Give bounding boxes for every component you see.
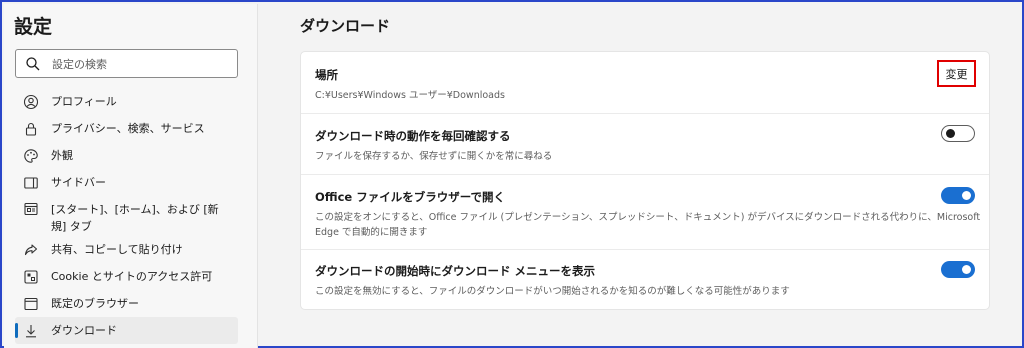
sidebar-icon xyxy=(24,176,38,189)
download-path: C:¥Users¥Windows ユーザー¥Downloads xyxy=(315,90,505,101)
show-menu-row: ダウンロードの開始時にダウンロード メニューを表示 この設定を無効にすると、ファ… xyxy=(301,250,989,310)
sidebar-item-privacy[interactable]: プライバシー、検索、サービス xyxy=(15,115,238,142)
lock-icon xyxy=(25,122,37,136)
main-content: ダウンロード 場所 C:¥Users¥Windows ユーザー¥Download… xyxy=(259,4,1024,348)
office-title: Office ファイルをブラウザーで開く xyxy=(315,190,506,204)
toggle-knob xyxy=(946,129,955,138)
location-title: 場所 xyxy=(315,68,338,82)
sidebar-item-label: サイドバー xyxy=(51,176,106,189)
sidebar-item-cookies[interactable]: Cookie とサイトのアクセス許可 xyxy=(15,263,238,290)
sidebar-item-label: プライバシー、検索、サービス xyxy=(51,122,205,135)
sidebar-item-label: Cookie とサイトのアクセス許可 xyxy=(51,270,213,283)
settings-nav: プロフィール プライバシー、検索、サービス 外観 サイドバー [スタート]、[ホ… xyxy=(4,88,258,344)
window-frame: 設定 プロフィール プライバシー xyxy=(0,0,1024,348)
show-menu-desc: この設定を無効にすると、ファイルのダウンロードがいつ開始されるかを知るのが難しく… xyxy=(315,286,790,297)
ask-each-desc: ファイルを保存するか、保存せずに開くかを常に尋ねる xyxy=(315,151,553,162)
change-location-button[interactable]: 変更 xyxy=(937,60,976,87)
home-tabs-icon xyxy=(24,202,38,216)
sidebar-item-start-home-tabs[interactable]: [スタート]、[ホーム]、および [新規] タブ xyxy=(15,196,238,236)
sidebar-item-downloads[interactable]: ダウンロード xyxy=(15,317,238,344)
toggle-knob xyxy=(962,265,971,274)
sidebar-item-sidebar[interactable]: サイドバー xyxy=(15,169,238,196)
search-input[interactable] xyxy=(52,55,232,73)
download-icon xyxy=(26,324,36,337)
sidebar-item-share-copy-paste[interactable]: 共有、コピーして貼り付け xyxy=(15,236,238,263)
profile-icon xyxy=(23,94,39,109)
office-row: Office ファイルをブラウザーで開く この設定をオンにすると、Office … xyxy=(301,175,989,250)
office-desc: この設定をオンにすると、Office ファイル (プレゼンテーション、スプレッド… xyxy=(315,212,981,238)
office-toggle[interactable] xyxy=(941,187,975,204)
settings-sidebar: 設定 プロフィール プライバシー xyxy=(4,4,258,348)
palette-icon xyxy=(24,148,38,163)
show-menu-toggle[interactable] xyxy=(941,261,975,278)
sidebar-item-default-browser[interactable]: 既定のブラウザー xyxy=(15,290,238,317)
search-icon xyxy=(26,57,40,71)
sidebar-item-label: 外観 xyxy=(51,149,73,162)
location-row: 場所 C:¥Users¥Windows ユーザー¥Downloads 変更 xyxy=(301,52,989,114)
sidebar-item-label: [スタート]、[ホーム]、および [新規] タブ xyxy=(51,203,219,233)
browser-icon xyxy=(24,297,38,310)
show-menu-title: ダウンロードの開始時にダウンロード メニューを表示 xyxy=(315,264,596,278)
page-title: ダウンロード xyxy=(300,17,391,35)
sidebar-item-appearance[interactable]: 外観 xyxy=(15,142,238,169)
sidebar-item-label: プロフィール xyxy=(51,95,117,108)
sidebar-item-label: 共有、コピーして貼り付け xyxy=(51,243,183,256)
sidebar-item-label: 既定のブラウザー xyxy=(51,297,139,310)
toggle-knob xyxy=(962,191,971,200)
share-icon xyxy=(24,243,38,255)
ask-each-row: ダウンロード時の動作を毎回確認する ファイルを保存するか、保存せずに開くかを常に… xyxy=(301,114,989,175)
sidebar-item-label: ダウンロード xyxy=(51,324,117,337)
search-box[interactable] xyxy=(15,49,238,78)
downloads-settings-card: 場所 C:¥Users¥Windows ユーザー¥Downloads 変更 ダウ… xyxy=(300,51,990,310)
ask-each-title: ダウンロード時の動作を毎回確認する xyxy=(315,129,511,143)
ask-each-toggle[interactable] xyxy=(941,125,975,142)
sidebar-item-profile[interactable]: プロフィール xyxy=(15,88,238,115)
sidebar-title: 設定 xyxy=(14,16,53,38)
cookie-icon xyxy=(24,269,38,284)
